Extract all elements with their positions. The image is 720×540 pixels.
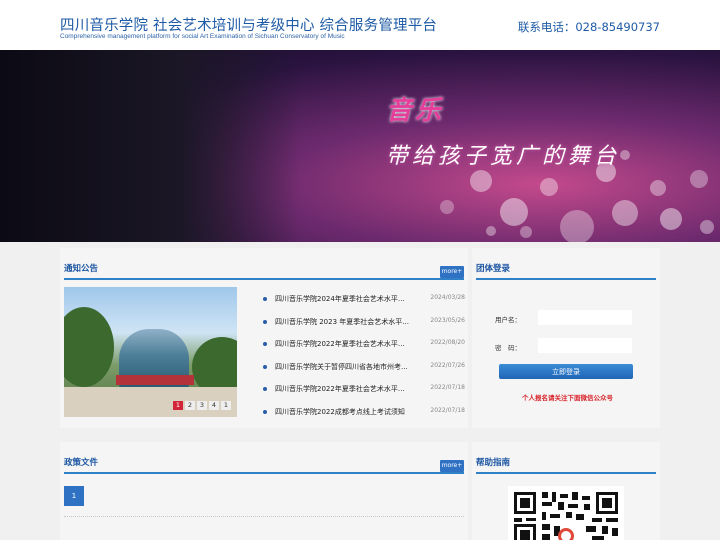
notice-date: 2022/08/20 bbox=[430, 339, 465, 347]
list-item[interactable]: 四川音乐学院关于暂停四川省各地市州考... 2022/07/26 bbox=[263, 360, 465, 383]
list-item[interactable]: 四川音乐学院2022成都考点线上考试须知 2022/07/18 bbox=[263, 405, 465, 428]
pager-page-4[interactable]: 4 bbox=[209, 401, 219, 410]
notice-date: 2024/03/28 bbox=[430, 294, 465, 301]
notice-more-button[interactable]: more+ bbox=[440, 266, 464, 278]
username-label: 用户名： bbox=[495, 316, 521, 324]
pager-page-5[interactable]: 1 bbox=[221, 401, 231, 410]
policy-title: 政策文件 bbox=[64, 458, 99, 468]
bullet-icon bbox=[263, 409, 267, 414]
bullet-icon bbox=[263, 319, 267, 324]
bullet-icon bbox=[263, 342, 267, 347]
login-panel-header: 团体登录 bbox=[476, 258, 656, 280]
notice-date: 2022/07/18 bbox=[430, 406, 465, 414]
notice-title: 通知公告 bbox=[64, 264, 99, 274]
notice-carousel-image[interactable]: 1 2 3 4 1 bbox=[64, 287, 237, 417]
pager-page-1[interactable]: 1 bbox=[173, 401, 183, 410]
policy-page-1[interactable]: 1 bbox=[64, 486, 84, 506]
login-title: 团体登录 bbox=[476, 264, 511, 274]
notice-date: 2023/05/26 bbox=[430, 316, 465, 324]
notice-panel-header: 通知公告 more+ bbox=[64, 258, 464, 280]
banner-tagline: 带给孩子宽广的舞台 bbox=[386, 144, 621, 169]
site-subtitle: Comprehensive management platform for so… bbox=[60, 33, 345, 40]
notice-link[interactable]: 四川音乐学院2022成都考点线上考试须知 bbox=[275, 407, 411, 417]
notice-date: 2022/07/18 bbox=[430, 384, 465, 392]
policy-more-button[interactable]: more+ bbox=[440, 460, 464, 472]
login-wechat-note: 个人报名请关注下面微信公众号 bbox=[522, 394, 613, 402]
list-item[interactable]: 四川音乐学院2022年夏季社会艺术水平考... 2022/08/20 bbox=[263, 337, 465, 360]
pager-page-2[interactable]: 2 bbox=[185, 401, 195, 410]
site-header: 四川音乐学院 社会艺术培训与考级中心 综合服务管理平台 Comprehensiv… bbox=[0, 0, 720, 50]
notice-link[interactable]: 四川音乐学院关于暂停四川省各地市州考... bbox=[275, 362, 411, 372]
policy-panel: 政策文件 more+ bbox=[60, 442, 468, 540]
policy-panel-header: 政策文件 more+ bbox=[64, 452, 464, 474]
notice-link[interactable]: 四川音乐学院2024年夏季社会艺术水平考... bbox=[275, 294, 411, 304]
list-item[interactable]: 四川音乐学院2024年夏季社会艺术水平考... 2024/03/28 bbox=[263, 292, 465, 315]
notice-list: 四川音乐学院2024年夏季社会艺术水平考... 2024/03/28 四川音乐学… bbox=[263, 292, 465, 428]
password-input[interactable] bbox=[538, 338, 632, 353]
notice-link[interactable]: 四川音乐学院2022年夏季社会艺术水平考... bbox=[275, 384, 411, 394]
notice-date: 2022/07/26 bbox=[430, 361, 465, 369]
help-panel-header: 帮助指南 bbox=[476, 452, 656, 474]
list-item[interactable]: 四川音乐学院 2023 年夏季社会艺术水平... 2023/05/26 bbox=[263, 315, 465, 338]
contact-phone: 联系电话：028-85490737 bbox=[517, 20, 660, 34]
username-input[interactable] bbox=[538, 310, 632, 325]
pager-page-3[interactable]: 3 bbox=[197, 401, 207, 410]
hero-banner[interactable]: 音乐 带给孩子宽广的舞台 bbox=[0, 50, 720, 242]
carousel-pager: 1 2 3 4 1 bbox=[173, 401, 231, 410]
qr-code-icon bbox=[508, 486, 624, 540]
notice-link[interactable]: 四川音乐学院2022年夏季社会艺术水平考... bbox=[275, 339, 411, 349]
bullet-icon bbox=[263, 387, 267, 392]
login-button[interactable]: 立即登录 bbox=[499, 364, 633, 379]
notice-link[interactable]: 四川音乐学院 2023 年夏季社会艺术水平... bbox=[275, 317, 411, 327]
password-label: 密 码： bbox=[495, 344, 521, 352]
banner-headline: 音乐 bbox=[386, 96, 445, 126]
divider bbox=[64, 516, 464, 517]
list-item[interactable]: 四川音乐学院2022年夏季社会艺术水平考... 2022/07/18 bbox=[263, 382, 465, 405]
qr-code-graphic bbox=[508, 486, 624, 540]
banner-piano-scene bbox=[0, 50, 300, 242]
help-title: 帮助指南 bbox=[476, 458, 511, 468]
bullet-icon bbox=[263, 297, 267, 301]
site-title[interactable]: 四川音乐学院 社会艺术培训与考级中心 综合服务管理平台 bbox=[60, 14, 437, 35]
bullet-icon bbox=[263, 364, 267, 369]
